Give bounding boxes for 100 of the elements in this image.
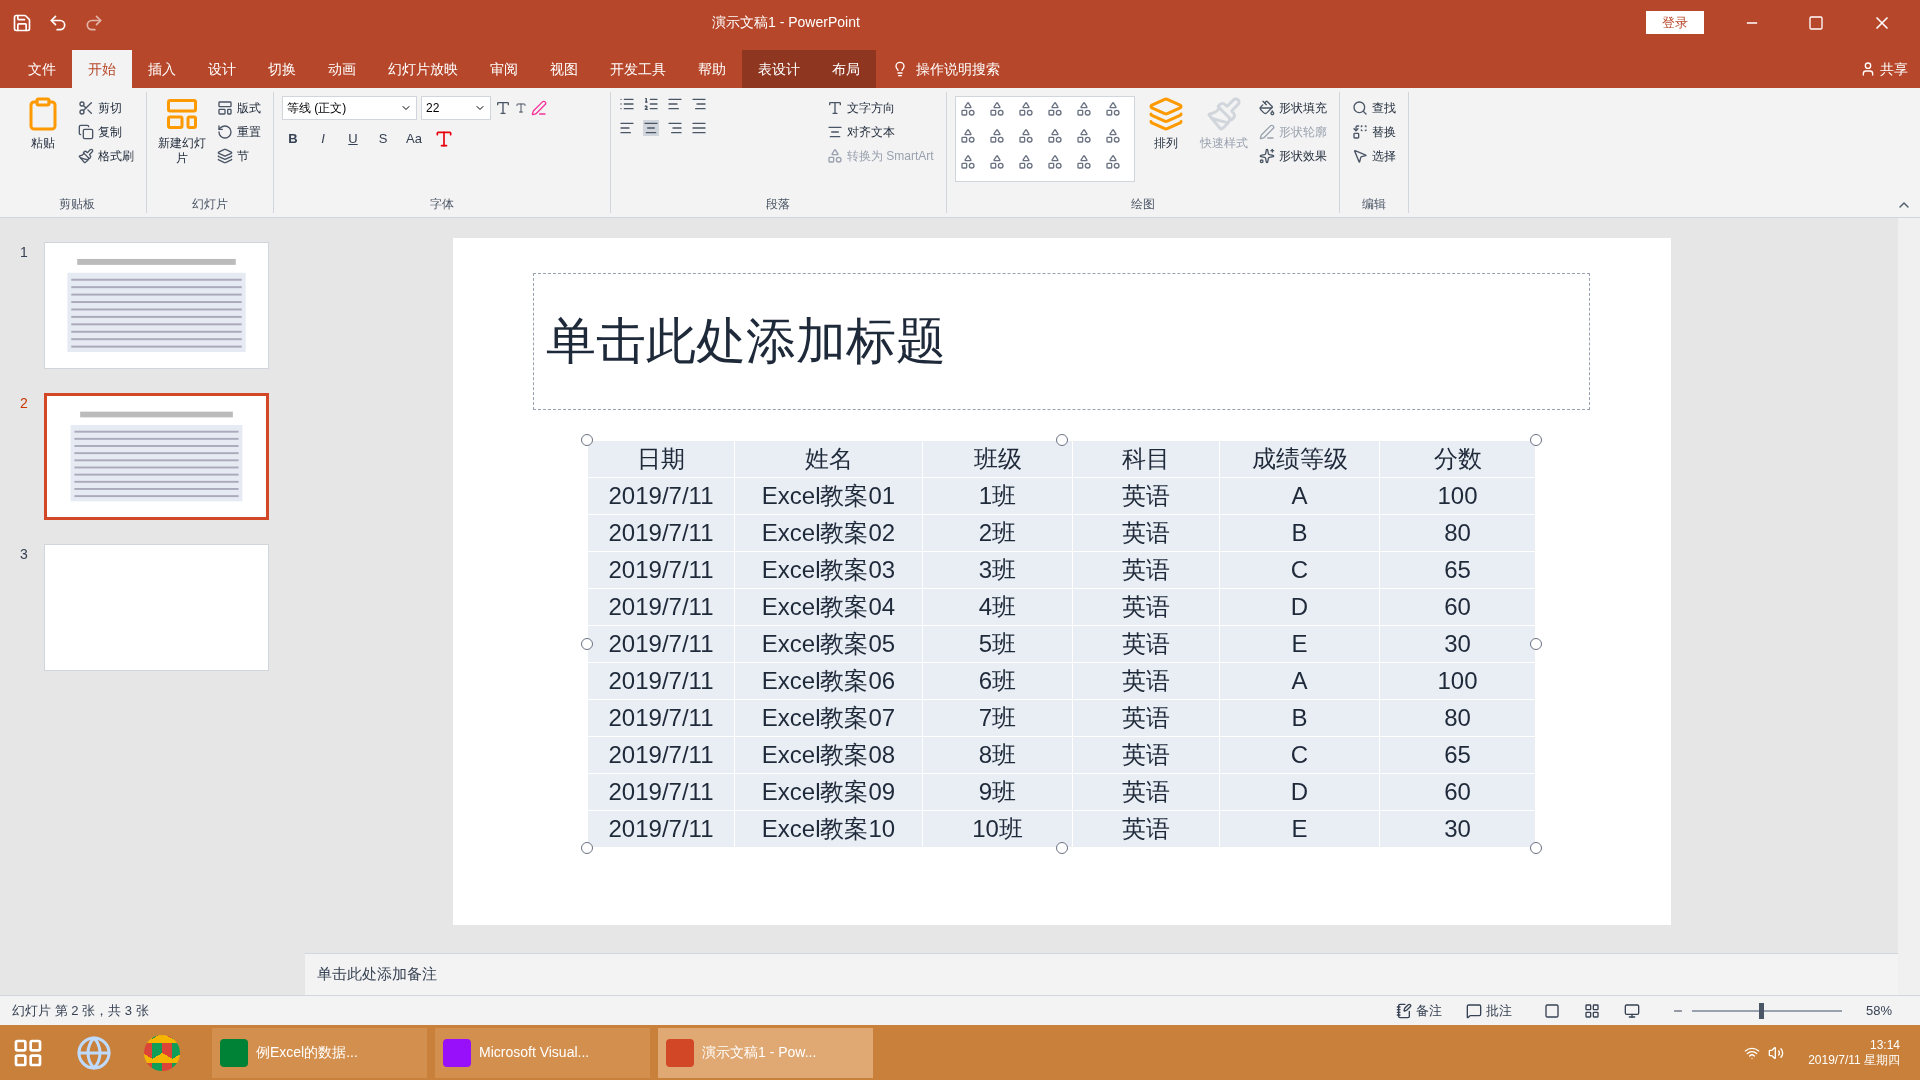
tool-icon (1258, 148, 1275, 164)
volume-icon[interactable] (1768, 1044, 1785, 1061)
login-button[interactable]: 登录 (1646, 10, 1704, 35)
list-icon[interactable] (667, 96, 683, 112)
ribbon-button[interactable]: 选择 (1347, 144, 1400, 168)
ribbon-button[interactable]: 版式 (213, 96, 265, 120)
size-field[interactable]: 22 (421, 96, 491, 120)
ribbon-tab[interactable]: 布局 (816, 50, 876, 88)
font-field[interactable]: 等线 (正文) (282, 96, 417, 120)
title-placeholder[interactable]: 单击此处添加标题 (533, 273, 1590, 410)
person-icon (1860, 61, 1876, 77)
shrink-font-icon[interactable] (515, 102, 527, 114)
ribbon-tab[interactable]: 视图 (534, 50, 594, 88)
table-cell: 2019/7/11 (587, 699, 735, 737)
ribbon-button[interactable]: 新建幻灯片 (155, 96, 209, 166)
align-icon[interactable] (643, 120, 659, 136)
column-header: 姓名 (734, 440, 923, 478)
ribbon-tab[interactable]: 表设计 (742, 50, 816, 88)
ribbon-tab[interactable]: 开发工具 (594, 50, 682, 88)
sorter-view-icon[interactable] (1583, 1002, 1600, 1019)
tool-icon (1258, 100, 1275, 116)
table-cell: 英语 (1072, 588, 1220, 626)
ribbon-button[interactable]: 节 (213, 144, 265, 168)
resize-handle[interactable] (581, 638, 593, 650)
ribbon-tab[interactable]: 开始 (72, 50, 132, 88)
chrome-icon[interactable] (144, 1034, 180, 1071)
resize-handle[interactable] (581, 842, 593, 854)
redo-icon[interactable] (84, 12, 104, 33)
tool-icon (1147, 96, 1184, 132)
ribbon-button[interactable]: 复制 (74, 120, 138, 144)
ribbon-tab[interactable]: 插入 (132, 50, 192, 88)
share-link[interactable]: 共享 (1880, 58, 1908, 80)
list-icon[interactable] (691, 96, 707, 112)
zoom-slider[interactable] (1691, 1002, 1842, 1019)
zoom-thumb[interactable] (1759, 1002, 1765, 1019)
ribbon-button[interactable]: 查找 (1347, 96, 1400, 120)
shape-icon (959, 127, 976, 144)
normal-view-icon[interactable] (1543, 1002, 1560, 1019)
ribbon-button[interactable]: 对齐文本 (823, 120, 938, 144)
slideshow-icon[interactable] (1623, 1002, 1640, 1019)
tool-icon (827, 124, 843, 140)
list-icon[interactable] (643, 96, 659, 112)
ribbon-tab[interactable]: 切换 (252, 50, 312, 88)
shape-gallery[interactable] (954, 96, 1135, 182)
grow-font-icon[interactable] (495, 100, 511, 116)
table-cell: 英语 (1072, 699, 1220, 737)
notes-button[interactable]: 备注 (1395, 1000, 1442, 1021)
tell-me-search[interactable]: 操作说明搜索 (916, 58, 1000, 80)
table-cell: 2019/7/11 (587, 773, 735, 811)
table-cell: 3班 (922, 551, 1073, 589)
save-icon[interactable] (12, 12, 32, 33)
ribbon-tab[interactable]: 文件 (12, 50, 72, 88)
ribbon-button[interactable]: 粘贴 (16, 96, 70, 151)
data-table[interactable] (587, 440, 1536, 848)
tool-icon (164, 96, 200, 132)
ribbon-tab[interactable]: 幻灯片放映 (372, 50, 474, 88)
ribbon-button[interactable]: 剪切 (74, 96, 138, 120)
format-button[interactable]: B (282, 128, 304, 150)
clear-format-icon[interactable] (531, 100, 547, 116)
table-cell: 英语 (1072, 514, 1220, 552)
table-cell: E (1219, 625, 1380, 663)
format-button[interactable]: S (372, 128, 394, 150)
ribbon-button[interactable]: 形状填充 (1254, 96, 1331, 120)
ribbon-button[interactable]: 替换 (1347, 120, 1400, 144)
ribbon-tab[interactable]: 审阅 (474, 50, 534, 88)
browser-icon[interactable] (76, 1034, 112, 1071)
slide-number: 2 (20, 394, 29, 413)
restore-icon[interactable] (1808, 14, 1824, 31)
table-cell: 9班 (922, 773, 1073, 811)
align-icon[interactable] (691, 120, 707, 136)
ribbon-button[interactable]: 形状效果 (1254, 144, 1331, 168)
undo-icon[interactable] (48, 12, 68, 33)
ribbon-button[interactable]: 排列 (1138, 96, 1193, 151)
comments-button[interactable]: 批注 (1465, 1000, 1512, 1021)
ribbon-tab[interactable]: 帮助 (682, 50, 742, 88)
notes-pane[interactable]: 单击此处添加备注 (305, 953, 1898, 995)
format-button[interactable]: U (342, 128, 364, 150)
ribbon-button[interactable]: 格式刷 (74, 144, 138, 168)
resize-handle[interactable] (1530, 842, 1542, 854)
format-button[interactable]: I (312, 128, 334, 150)
table-cell: 英语 (1072, 773, 1220, 811)
shape-icon (988, 127, 1005, 144)
align-icon[interactable] (667, 120, 683, 136)
ribbon-button[interactable]: 重置 (213, 120, 265, 144)
ribbon-tab[interactable]: 设计 (192, 50, 252, 88)
app-icon (220, 1038, 248, 1067)
table-cell: 80 (1379, 699, 1536, 737)
table-cell: 60 (1379, 588, 1536, 626)
align-icon[interactable] (619, 120, 635, 136)
resize-handle[interactable] (581, 434, 593, 446)
ribbon-button[interactable]: 文字方向 (823, 96, 938, 120)
slide-thumbnail[interactable] (44, 393, 269, 520)
ribbon-tab[interactable]: 动画 (312, 50, 372, 88)
case-button[interactable]: Aa (402, 129, 426, 149)
scrollbar[interactable] (1898, 218, 1920, 995)
list-icon[interactable] (619, 96, 635, 112)
zoom-percent[interactable]: 58% (1865, 1000, 1892, 1021)
table-cell: D (1219, 588, 1380, 626)
shape-icon (959, 154, 976, 171)
resize-handle[interactable] (1530, 434, 1542, 446)
